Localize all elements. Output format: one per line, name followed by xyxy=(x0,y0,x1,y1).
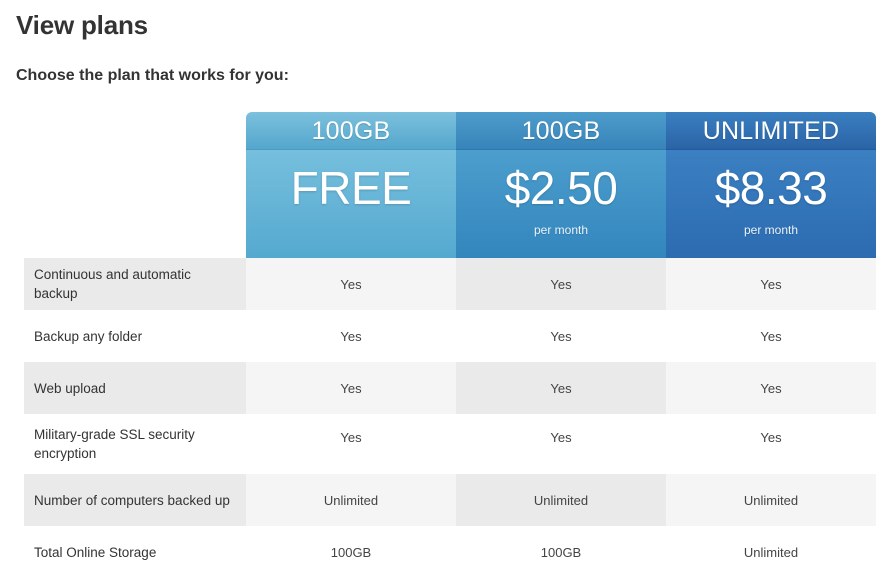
row-right-gutter xyxy=(876,362,896,414)
feature-value-plan-3: Yes xyxy=(666,258,876,310)
row-left-gutter xyxy=(0,526,24,574)
plan-body-1: FREE xyxy=(246,150,456,258)
feature-value-plan-1: Yes xyxy=(246,310,456,362)
feature-row: Backup any folder Yes Yes Yes xyxy=(0,310,896,362)
plan-name-2: 100GB xyxy=(456,112,666,150)
feature-label-text: Total Online Storage xyxy=(34,544,157,560)
feature-row: Number of computers backed up Unlimited Un… xyxy=(0,474,896,526)
feature-label: Military-grade SSL security encryption xyxy=(24,414,246,474)
feature-value-plan-2: Yes xyxy=(456,414,666,474)
feature-row: Continuous and automatic backup Yes Yes Yes xyxy=(0,258,896,310)
feature-comparison-table: Continuous and automatic backup Yes Yes Yes… xyxy=(0,258,896,574)
plan-card-3[interactable]: UNLIMITED $8.33 per month xyxy=(666,112,876,258)
feature-value-plan-2: 100GB xyxy=(456,526,666,574)
page-subtitle: Choose the plan that works for you: xyxy=(16,67,289,84)
feature-label-text: Backup any folder xyxy=(34,328,143,344)
feature-row: Military-grade SSL security encryption Ye… xyxy=(0,414,896,474)
feature-label: Continuous and automatic backup xyxy=(24,258,246,310)
feature-value-plan-1: Unlimited xyxy=(246,474,456,526)
row-right-gutter xyxy=(876,414,896,474)
feature-row: Total Online Storage 100GB 100GB Unlimited xyxy=(0,526,896,574)
plan-period-1 xyxy=(246,222,456,238)
feature-value-plan-1: Yes xyxy=(246,362,456,414)
feature-label-text: Number of computers backed up xyxy=(34,492,230,508)
row-left-gutter xyxy=(0,362,24,414)
plan-body-3: $8.33 per month xyxy=(666,150,876,258)
feature-label-text: Continuous and automatic backup xyxy=(34,267,191,301)
feature-label: Backup any folder xyxy=(24,310,246,362)
plan-price-2: $2.50 xyxy=(504,162,618,214)
plan-name-1: 100GB xyxy=(246,112,456,150)
feature-value-plan-1: 100GB xyxy=(246,526,456,574)
row-left-gutter xyxy=(0,258,24,310)
view-plans-page: View plans Choose the plan that works fo… xyxy=(0,0,896,574)
feature-value-plan-3: Unlimited xyxy=(666,526,876,574)
feature-value-plan-3: Yes xyxy=(666,362,876,414)
row-right-gutter xyxy=(876,526,896,574)
feature-row: Web upload Yes Yes Yes xyxy=(0,362,896,414)
row-left-gutter xyxy=(0,474,24,526)
plan-card-1[interactable]: 100GB FREE xyxy=(246,112,456,258)
feature-label-text: Web upload xyxy=(34,380,106,396)
feature-value-plan-1: Yes xyxy=(246,414,456,474)
page-title: View plans xyxy=(16,10,148,40)
row-right-gutter xyxy=(876,474,896,526)
plan-period-3: per month xyxy=(743,223,799,237)
row-right-gutter xyxy=(876,258,896,310)
plan-header-row: 100GB FREE 100GB $2.50 per month UNLIMIT… xyxy=(246,112,876,258)
plan-name-3: UNLIMITED xyxy=(666,112,876,150)
feature-label: Web upload xyxy=(24,362,246,414)
feature-label: Number of computers backed up xyxy=(24,474,246,526)
feature-value-plan-3: Yes xyxy=(666,310,876,362)
plan-body-2: $2.50 per month xyxy=(456,150,666,258)
feature-value-plan-1: Yes xyxy=(246,258,456,310)
feature-label-text: Military-grade SSL security encryption xyxy=(34,427,195,461)
feature-value-plan-2: Yes xyxy=(456,362,666,414)
feature-value-plan-2: Yes xyxy=(456,258,666,310)
feature-value-plan-3: Yes xyxy=(666,414,876,474)
row-right-gutter xyxy=(876,310,896,362)
feature-value-plan-2: Unlimited xyxy=(456,474,666,526)
row-left-gutter xyxy=(0,414,24,474)
feature-value-plan-3: Unlimited xyxy=(666,474,876,526)
plan-period-2: per month xyxy=(533,223,589,237)
plan-price-1: FREE xyxy=(290,162,412,214)
row-left-gutter xyxy=(0,310,24,362)
plan-card-2[interactable]: 100GB $2.50 per month xyxy=(456,112,666,258)
feature-label: Total Online Storage xyxy=(24,526,246,574)
feature-value-plan-2: Yes xyxy=(456,310,666,362)
plan-price-3: $8.33 xyxy=(714,162,828,214)
